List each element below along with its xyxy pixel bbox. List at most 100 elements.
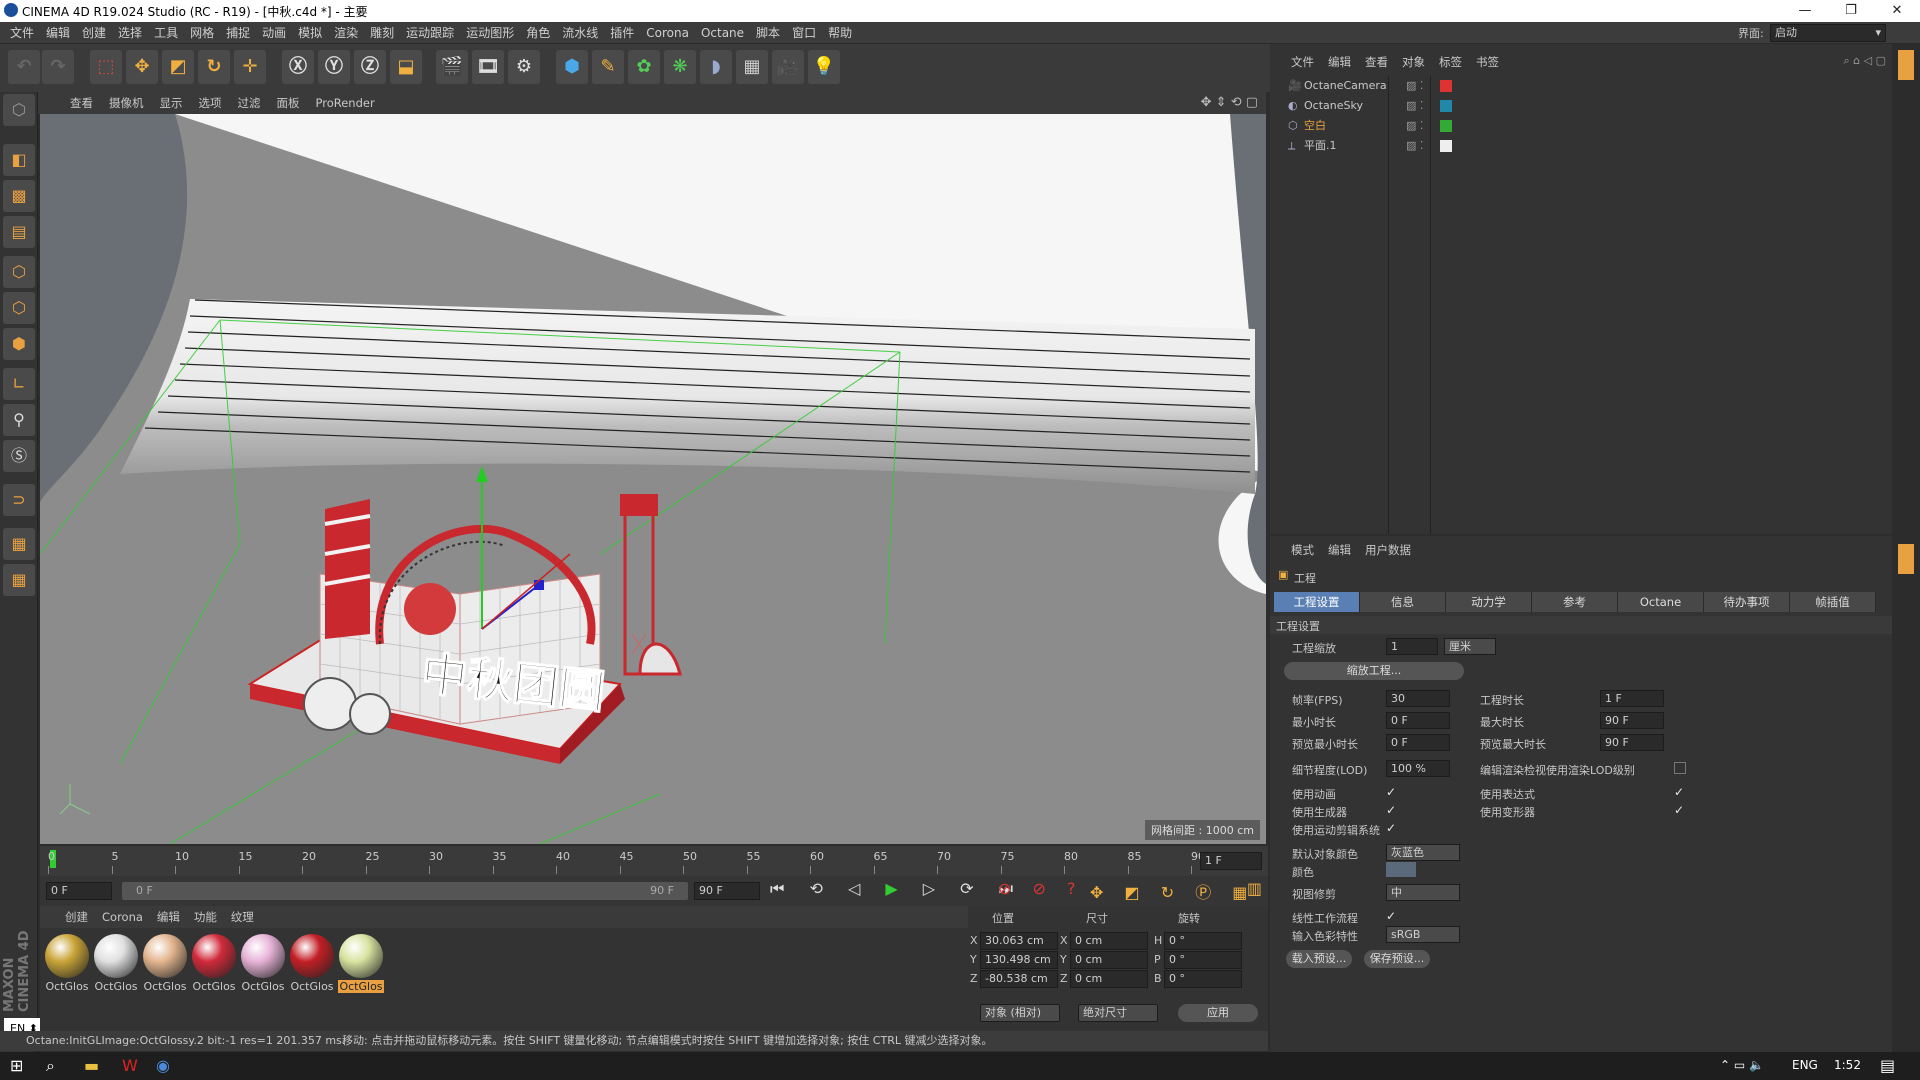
object-name[interactable]: OctaneCamera xyxy=(1304,76,1387,96)
viewport-menu-item-1[interactable]: 摄像机 xyxy=(101,92,152,114)
y-axis-lock-icon[interactable]: Ⓨ xyxy=(318,50,350,84)
attribute-menu-item-1[interactable]: 编辑 xyxy=(1321,540,1358,560)
coord-size-field[interactable]: 0 cm xyxy=(1070,970,1148,988)
scale-project-button[interactable]: 缩放工程... xyxy=(1284,662,1464,680)
material-menu-item-1[interactable]: Corona xyxy=(95,906,150,928)
cinema4d-taskbar-icon[interactable]: ◉ xyxy=(156,1056,170,1075)
file-explorer-icon[interactable]: ▬ xyxy=(84,1056,99,1075)
attribute-tab[interactable]: 工程设置 xyxy=(1274,592,1360,612)
use-generators-checkbox[interactable]: ✓ xyxy=(1386,804,1398,816)
material-swatch[interactable]: OctGlos xyxy=(338,934,384,998)
object-name[interactable]: 平面.1 xyxy=(1304,136,1337,156)
viewport-menu-item-3[interactable]: 选项 xyxy=(191,92,230,114)
visibility-toggle-icon[interactable]: ▨ ⁚ xyxy=(1406,116,1423,136)
rotate-tool-icon[interactable]: ↻ xyxy=(198,50,230,84)
use-expressions-checkbox[interactable]: ✓ xyxy=(1674,786,1686,798)
cloner-icon[interactable]: ❋ xyxy=(664,50,696,84)
coord-rot-field[interactable]: 0 ° xyxy=(1164,970,1242,988)
use-animation-checkbox[interactable]: ✓ xyxy=(1386,786,1398,798)
attribute-tab[interactable]: 参考 xyxy=(1532,592,1618,612)
edges-mode-icon[interactable]: ⬡ xyxy=(3,292,35,324)
menu-item-4[interactable]: 工具 xyxy=(148,22,184,44)
viewport-menu-item-5[interactable]: 面板 xyxy=(269,92,308,114)
fps-field[interactable]: 30 xyxy=(1386,690,1450,707)
redo-icon[interactable]: ↷ xyxy=(42,50,74,84)
cube-primitive-icon[interactable]: ⬢ xyxy=(556,50,588,84)
apply-button[interactable]: 应用 xyxy=(1178,1004,1258,1022)
input-language[interactable]: ENG xyxy=(1792,1058,1818,1072)
menu-item-6[interactable]: 捕捉 xyxy=(220,22,256,44)
search-icon[interactable]: ⌕ xyxy=(46,1056,55,1076)
move-tool-icon[interactable]: ✥ xyxy=(126,50,158,84)
material-menu-item-3[interactable]: 功能 xyxy=(187,906,224,928)
wps-icon[interactable]: W xyxy=(122,1056,138,1075)
z-axis-lock-icon[interactable]: Ⓩ xyxy=(354,50,386,84)
menu-item-17[interactable]: Octane xyxy=(695,22,750,44)
linear-workflow-checkbox[interactable]: ✓ xyxy=(1386,910,1398,922)
visibility-toggle-icon[interactable]: ▨ ⁚ xyxy=(1406,76,1423,96)
object-row[interactable]: ◐ OctaneSky ▨ ⁚ xyxy=(1278,96,1878,116)
scale-field[interactable]: 1 xyxy=(1386,638,1438,655)
coord-pos-field[interactable]: 30.063 cm xyxy=(980,932,1058,950)
coord-rot-field[interactable]: 0 ° xyxy=(1164,951,1242,969)
object-menu-item-0[interactable]: 文件 xyxy=(1284,52,1321,72)
object-menu-item-5[interactable]: 书签 xyxy=(1469,52,1506,72)
camera-icon[interactable]: 🎥 xyxy=(772,50,804,84)
viewport-menu-item-0[interactable]: 查看 xyxy=(62,92,101,114)
menu-item-9[interactable]: 渲染 xyxy=(328,22,364,44)
windows-start-icon[interactable]: ⊞ xyxy=(10,1056,23,1075)
material-swatch[interactable]: OctGlos xyxy=(191,934,237,998)
close-button[interactable]: ✕ xyxy=(1874,0,1920,22)
attribute-menu-item-0[interactable]: 模式 xyxy=(1284,540,1321,560)
load-preset-button[interactable]: 载入预设... xyxy=(1286,950,1352,968)
object-row[interactable]: 🎥 OctaneCamera ▨ ⁚ xyxy=(1278,76,1878,96)
solo-mode-icon[interactable]: Ⓢ xyxy=(3,440,35,472)
3d-viewport[interactable]: 中秋团圆 网格间距 : 1000 cm xyxy=(40,114,1266,844)
preview-max-field[interactable]: 90 F xyxy=(1600,734,1664,751)
menu-item-2[interactable]: 创建 xyxy=(76,22,112,44)
playback-controls[interactable]: ⏮ ⟲ ◁ ▶ ▷ ⟳ ⏭ xyxy=(770,879,1023,899)
start-frame-field[interactable]: 0 F xyxy=(46,882,112,900)
maximize-button[interactable]: ❐ xyxy=(1828,0,1874,22)
material-swatch[interactable]: OctGlos xyxy=(142,934,188,998)
material-menu-item-0[interactable]: 创建 xyxy=(58,906,95,928)
viewport-menu-item-6[interactable]: ProRender xyxy=(308,92,383,114)
tag-icon[interactable] xyxy=(1440,140,1452,152)
scale-tool-icon[interactable]: ◩ xyxy=(162,50,194,84)
coord-pos-field[interactable]: -80.538 cm xyxy=(980,970,1058,988)
axis-mode-icon[interactable]: ∟ xyxy=(3,368,35,400)
coordinate-system-icon[interactable]: ⬓ xyxy=(390,50,422,84)
material-menu-item-4[interactable]: 纹理 xyxy=(224,906,261,928)
make-editable-icon[interactable]: ⬡ xyxy=(3,94,35,126)
input-color-select[interactable]: sRGB xyxy=(1386,926,1460,943)
object-menu-item-1[interactable]: 编辑 xyxy=(1321,52,1358,72)
clock[interactable]: 1:52 xyxy=(1834,1058,1861,1072)
workplane-icon[interactable]: ▦ xyxy=(3,528,35,560)
menu-item-1[interactable]: 编辑 xyxy=(40,22,76,44)
workplane-mode-icon[interactable]: ▤ xyxy=(3,216,35,248)
search-icon[interactable]: ⌕ ⌂ ◁ ▢ xyxy=(1844,54,1887,68)
tag-icon[interactable] xyxy=(1440,80,1452,92)
transform-tool-icon[interactable]: ✛ xyxy=(234,50,266,84)
play-icon[interactable]: ▶ xyxy=(885,879,907,898)
color-swatch[interactable] xyxy=(1386,862,1416,877)
model-mode-icon[interactable]: ◧ xyxy=(3,144,35,176)
lod-field[interactable]: 100 % xyxy=(1386,760,1450,777)
side-tab-objects[interactable] xyxy=(1898,50,1914,80)
menu-item-10[interactable]: 雕刻 xyxy=(364,22,400,44)
menu-item-5[interactable]: 网格 xyxy=(184,22,220,44)
menu-item-13[interactable]: 角色 xyxy=(520,22,556,44)
tag-icon[interactable] xyxy=(1440,120,1452,132)
view-clipping-select[interactable]: 中 xyxy=(1386,884,1460,901)
tray-icons[interactable]: ⌃ ▭ 🔈 xyxy=(1720,1058,1764,1072)
attribute-tab[interactable]: 动力学 xyxy=(1446,592,1532,612)
use-deformers-checkbox[interactable]: ✓ xyxy=(1674,804,1686,816)
menu-item-20[interactable]: 帮助 xyxy=(822,22,858,44)
coord-rot-field[interactable]: 0 ° xyxy=(1164,932,1242,950)
floor-icon[interactable]: ▦ xyxy=(736,50,768,84)
menu-item-14[interactable]: 流水线 xyxy=(556,22,604,44)
max-time-field[interactable]: 90 F xyxy=(1600,712,1664,729)
snap-icon[interactable]: ⊃ xyxy=(3,484,35,516)
object-menu-item-3[interactable]: 对象 xyxy=(1395,52,1432,72)
deformer-icon[interactable]: ◗ xyxy=(700,50,732,84)
